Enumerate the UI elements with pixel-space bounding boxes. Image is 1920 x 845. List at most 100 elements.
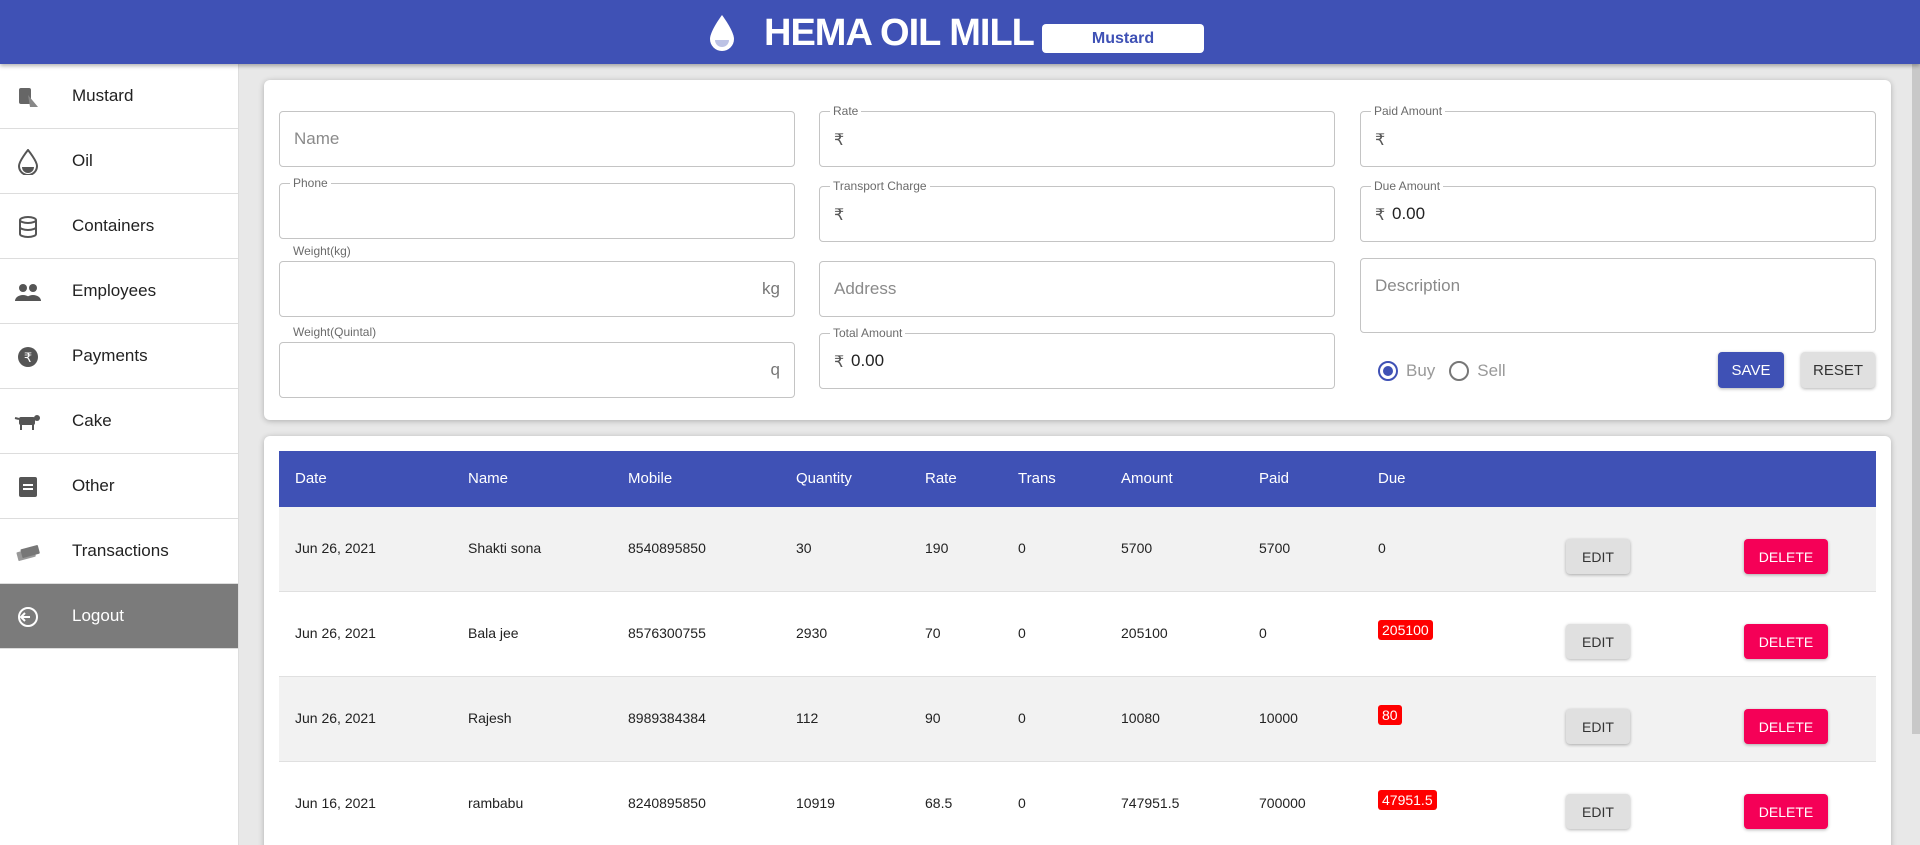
sidebar-item-logout[interactable]: Logout: [0, 584, 238, 649]
sidebar-item-mustard[interactable]: Mustard: [0, 64, 238, 129]
cell-rate: 90: [925, 710, 941, 726]
address-placeholder: Address: [834, 279, 897, 298]
cell-due: 80: [1378, 705, 1402, 725]
due-amount-label: Due Amount: [1371, 179, 1444, 193]
cell-date: Jun 26, 2021: [295, 625, 376, 641]
sidebar-item-payments[interactable]: ₹ Payments: [0, 324, 238, 389]
sidebar-item-label: Cake: [72, 411, 112, 430]
document-icon: [14, 474, 42, 500]
cell-name: Shakti sona: [468, 540, 542, 556]
cell-name: Rajesh: [468, 710, 512, 726]
weight-kg-label: Weight(kg): [293, 244, 351, 258]
sidebar-item-label: Other: [72, 476, 115, 495]
cow-icon: [14, 409, 42, 435]
rate-label: Rate: [830, 104, 862, 118]
rupee-prefix: ₹: [1375, 132, 1386, 149]
cell-trans: 0: [1018, 710, 1026, 726]
phone-field[interactable]: Phone: [279, 176, 795, 239]
description-placeholder: Description: [1375, 276, 1461, 295]
sidebar-item-label: Employees: [72, 281, 157, 300]
table-row: Jun 16, 2021 rambabu 8240895850 10919 68…: [279, 762, 1876, 845]
transactions-table: Date Name Mobile Quantity Rate Trans Amo…: [264, 436, 1891, 845]
due-badge: 205100: [1378, 620, 1433, 640]
name-field[interactable]: Name: [279, 111, 795, 167]
oil-drop-icon: [710, 15, 734, 51]
cell-quantity: 10919: [796, 795, 835, 811]
container-icon: [14, 214, 42, 240]
cell-quantity: 112: [796, 710, 819, 726]
sell-label: Sell: [1477, 361, 1506, 380]
sidebar: Mustard Oil Containers Employees ₹ Payme…: [0, 64, 239, 845]
page-scrollbar[interactable]: [1912, 64, 1920, 845]
scrollbar-thumb[interactable]: [1912, 64, 1920, 734]
description-field[interactable]: Description: [1360, 258, 1876, 333]
col-due: Due: [1378, 470, 1406, 487]
paid-amount-label: Paid Amount: [1371, 104, 1446, 118]
total-amount-label: Total Amount: [830, 326, 906, 340]
cell-due: 0: [1378, 540, 1386, 556]
oil-drop-icon: [14, 149, 42, 175]
brand: HEMA OIL MILL: [706, 10, 1035, 56]
delete-button[interactable]: DELETE: [1744, 794, 1828, 829]
col-rate: Rate: [925, 470, 957, 487]
cell-date: Jun 16, 2021: [295, 795, 376, 811]
edit-button[interactable]: EDIT: [1566, 624, 1630, 659]
edit-button[interactable]: EDIT: [1566, 709, 1630, 744]
cell-trans: 0: [1018, 540, 1026, 556]
sidebar-item-other[interactable]: Other: [0, 454, 238, 519]
reset-button[interactable]: RESET: [1801, 352, 1875, 388]
rate-field[interactable]: Rate ₹: [819, 104, 1335, 167]
table-row: Jun 26, 2021 Shakti sona 8540895850 30 1…: [279, 507, 1876, 592]
table-row: Jun 26, 2021 Rajesh 8989384384 112 90 0 …: [279, 677, 1876, 762]
entry-form: Name Phone Weight(kg) kg Weight(Quintal)…: [264, 80, 1891, 420]
money-icon: [14, 539, 42, 565]
sidebar-item-transactions[interactable]: Transactions: [0, 519, 238, 584]
delete-button[interactable]: DELETE: [1744, 624, 1828, 659]
sidebar-item-employees[interactable]: Employees: [0, 259, 238, 324]
cell-name: rambabu: [468, 795, 524, 811]
col-quantity: Quantity: [796, 470, 852, 487]
app-header: HEMA OIL MILL Mustard: [0, 0, 1920, 64]
product-selector[interactable]: Mustard: [1042, 24, 1204, 53]
total-amount-field[interactable]: Total Amount ₹ 0.00: [819, 326, 1335, 389]
weight-quintal-field[interactable]: Weight(Quintal) q: [279, 325, 795, 398]
paid-amount-field[interactable]: Paid Amount ₹: [1360, 104, 1876, 167]
edit-button[interactable]: EDIT: [1566, 539, 1630, 574]
cell-amount: 205100: [1121, 625, 1168, 641]
save-button[interactable]: SAVE: [1718, 352, 1784, 388]
delete-button[interactable]: DELETE: [1744, 709, 1828, 744]
rupee-prefix: ₹: [834, 207, 845, 224]
buy-radio[interactable]: [1378, 361, 1398, 381]
cell-quantity: 2930: [796, 625, 828, 641]
sell-radio[interactable]: [1449, 361, 1470, 381]
sidebar-item-label: Payments: [72, 346, 148, 365]
logout-icon: [14, 604, 42, 630]
cell-mobile: 8240895850: [628, 795, 706, 811]
cell-quantity: 30: [796, 540, 812, 556]
app-title: HEMA OIL MILL: [764, 11, 1035, 54]
delete-button[interactable]: DELETE: [1744, 539, 1828, 574]
cell-due: 205100: [1378, 620, 1433, 640]
cell-rate: 70: [925, 625, 941, 641]
cell-amount: 10080: [1121, 710, 1160, 726]
table-row: Jun 26, 2021 Bala jee 8576300755 2930 70…: [279, 592, 1876, 677]
transport-charge-field[interactable]: Transport Charge ₹: [819, 179, 1335, 242]
address-field[interactable]: Address: [819, 261, 1335, 317]
buy-sell-radio-group: Buy Sell: [1378, 356, 1520, 386]
col-trans: Trans: [1018, 470, 1056, 487]
buy-label: Buy: [1406, 361, 1436, 380]
weight-kg-field[interactable]: Weight(kg) kg: [279, 244, 795, 317]
edit-button[interactable]: EDIT: [1566, 794, 1630, 829]
phone-label: Phone: [290, 176, 331, 190]
rupee-prefix: ₹: [834, 132, 845, 149]
cell-amount: 5700: [1121, 540, 1153, 556]
sidebar-item-oil[interactable]: Oil: [0, 129, 238, 194]
svg-text:₹: ₹: [24, 351, 32, 366]
sidebar-item-cake[interactable]: Cake: [0, 389, 238, 454]
due-badge: 47951.5: [1378, 790, 1437, 810]
cell-paid: 700000: [1259, 795, 1306, 811]
cell-paid: 10000: [1259, 710, 1298, 726]
sidebar-item-containers[interactable]: Containers: [0, 194, 238, 259]
total-amount-value: 0.00: [851, 351, 885, 370]
due-amount-field[interactable]: Due Amount ₹ 0.00: [1360, 179, 1876, 242]
